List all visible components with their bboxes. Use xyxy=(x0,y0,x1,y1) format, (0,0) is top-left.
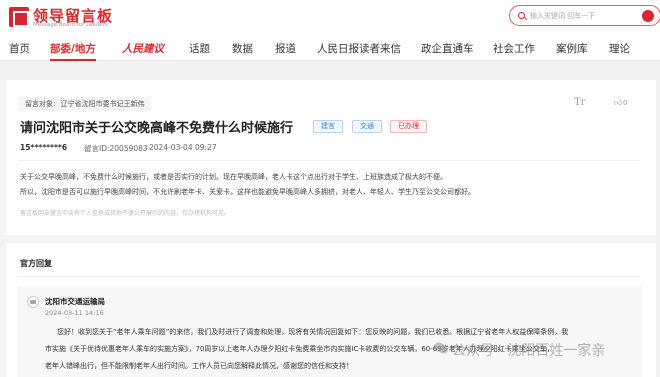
nav-item-home[interactable]: 首页 xyxy=(9,41,30,56)
message-body-line: 所以，沈阳市是否可以施行早晚高峰时间，不允许刷老年卡、关爱卡。这样也能避免早晚高… xyxy=(20,188,475,196)
nav-item-theory[interactable]: 理论 xyxy=(609,41,630,56)
recipient-label: 留言对象: 辽宁省沈阳市委书记王新伟 xyxy=(19,97,151,111)
nav-item-reader-letters[interactable]: 人民日报读者来信 xyxy=(317,41,401,56)
like-icon[interactable]: 👍︎ xyxy=(614,98,622,108)
nav-item-cases[interactable]: 案例库 xyxy=(556,41,588,56)
site-header: 领导留言板 Message Board for Leaders xyxy=(0,0,660,36)
message-user: 15********6 xyxy=(20,143,68,152)
reply-time: 2024-03-11 14:16 xyxy=(45,309,104,317)
search-icon xyxy=(518,12,525,19)
recipient-prefix: 留言对象: xyxy=(25,100,56,108)
reply-org[interactable]: 沈阳市交通运输局 xyxy=(45,296,105,307)
org-avatar xyxy=(27,296,39,308)
recipient-name[interactable]: 辽宁省沈阳市委书记王新伟 xyxy=(61,100,145,108)
nav-item-enterprise[interactable]: 政企直通车 xyxy=(421,41,474,56)
watermark-text: 公众号 · 沈阳百姓一家亲 xyxy=(452,343,606,359)
reply-text-line: 老年人错峰出行，但不能限制老年人出行时间。工作人员已向您解释此情况，感谢您的信任… xyxy=(45,362,353,370)
message-body-line: 关于公交早晚高峰，不免费什么时候施行，或者是否实行的计划。现在早晚高峰，老人卡这… xyxy=(20,173,447,181)
wechat-icon xyxy=(433,342,448,354)
message-date: 2024-03-04 09:27 xyxy=(149,143,217,152)
main-nav: 首页 部委/地方 人民建议 话题 数据 报道 人民日报读者来信 政企直通车 社会… xyxy=(0,36,660,61)
nav-item-people-suggestions[interactable]: 人民建议 xyxy=(122,41,164,56)
tag-suggestion: 建言 xyxy=(313,120,343,133)
font-size-icon[interactable]: Tr xyxy=(574,97,585,108)
divider xyxy=(18,160,640,161)
privacy-note: 留言板网友留言中含有个人信息或其他不便公开展示的内容，仅办理机构可见。 xyxy=(20,210,231,217)
nav-item-reports[interactable]: 报道 xyxy=(275,41,296,56)
nav-item-ministries[interactable]: 部委/地方 xyxy=(50,41,96,61)
logo-icon[interactable] xyxy=(9,7,29,27)
tag-traffic: 交通 xyxy=(352,120,382,133)
nav-item-topics[interactable]: 话题 xyxy=(189,41,210,56)
status-badge: 已办理 xyxy=(390,120,427,133)
search-input[interactable] xyxy=(530,10,640,22)
message-title: 请问沈阳市关于公交晚高峰不免费什么时候施行 xyxy=(20,121,294,136)
nav-item-social-work[interactable]: 社会工作 xyxy=(493,41,535,56)
search-button[interactable] xyxy=(642,10,654,22)
message-id: 留言ID:20059083 xyxy=(84,144,148,153)
search-box[interactable] xyxy=(509,5,660,26)
like-count: 0 xyxy=(623,99,628,107)
reply-section-title: 官方回复 xyxy=(20,259,52,268)
nav-item-data[interactable]: 数据 xyxy=(232,41,253,56)
reply-text-line: 您好！收到您关于“老年人乘车问题”的来信，我们及时进行了调查和处理，现将有关情况… xyxy=(57,328,569,336)
logo-subtitle: Message Board for Leaders xyxy=(33,22,108,28)
divider xyxy=(18,276,640,277)
